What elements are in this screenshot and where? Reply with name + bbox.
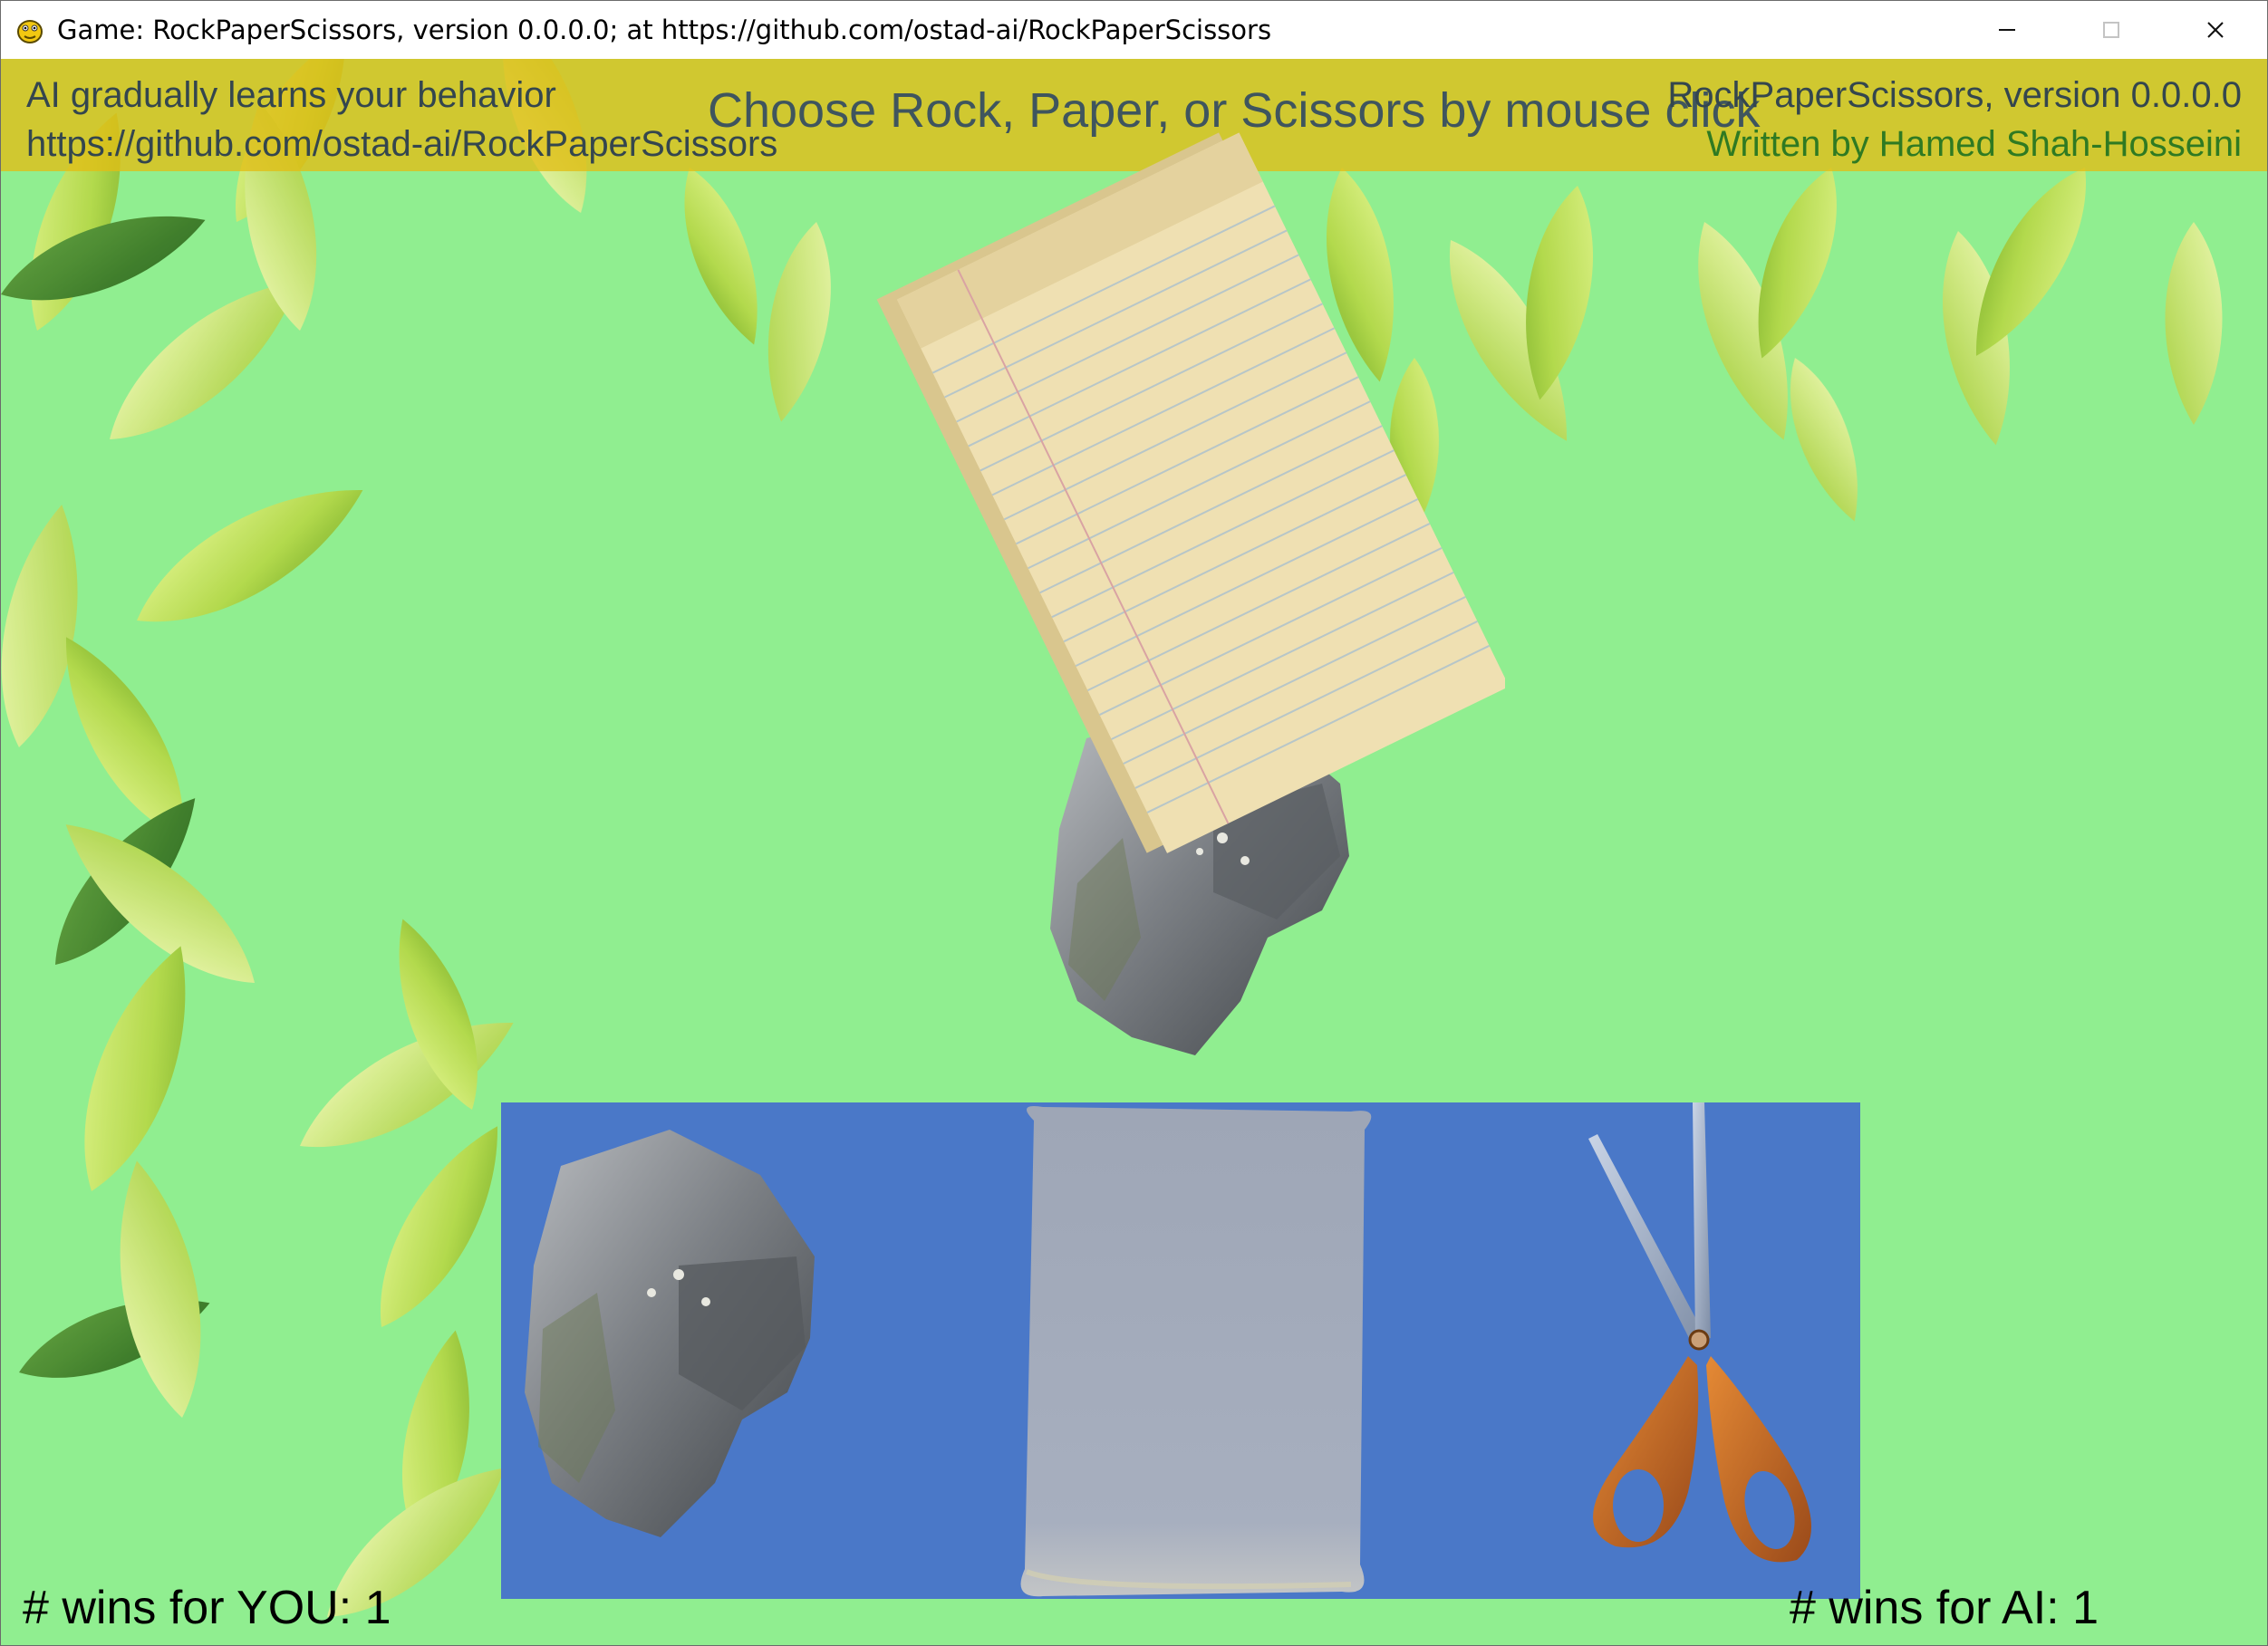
- ai-wins-counter: # wins for AI: 1: [1789, 1582, 2099, 1634]
- version-text: RockPaperScissors, version 0.0.0.0: [1667, 75, 2242, 115]
- minimize-icon: [1998, 29, 2015, 31]
- choice-panel: [501, 1102, 1860, 1599]
- window-controls: [1954, 1, 2267, 59]
- pygame-snake-icon: [12, 12, 48, 48]
- scissors-choice-button[interactable]: [1561, 1102, 1851, 1574]
- maximize-icon: [2102, 22, 2119, 38]
- scissors-icon: [1588, 1102, 1811, 1563]
- window-title: Game: RockPaperScissors, version 0.0.0.0…: [57, 14, 1272, 45]
- paper-choice-button[interactable]: [1007, 1102, 1387, 1599]
- author-text: Written by Hamed Shah-Hosseini: [1706, 124, 2242, 164]
- paper-icon: [1020, 1106, 1372, 1597]
- played-paper-image: [876, 132, 1505, 853]
- title-bar[interactable]: Game: RockPaperScissors, version 0.0.0.0…: [1, 1, 2267, 59]
- repo-link: https://github.com/ostad-ai/RockPaperSci…: [26, 124, 778, 164]
- player-wins-counter: # wins for YOU: 1: [23, 1582, 391, 1634]
- rock-icon: [525, 1130, 815, 1537]
- ai-learns-text: AI gradually learns your behavior: [26, 75, 556, 115]
- close-icon: [2206, 22, 2224, 38]
- close-button[interactable]: [2163, 1, 2267, 59]
- rock-choice-button[interactable]: [525, 1121, 824, 1537]
- game-canvas[interactable]: AI gradually learns your behavior https:…: [1, 59, 2267, 1645]
- game-window: Game: RockPaperScissors, version 0.0.0.0…: [0, 0, 2268, 1646]
- maximize-button[interactable]: [2059, 1, 2163, 59]
- minimize-button[interactable]: [1954, 1, 2059, 59]
